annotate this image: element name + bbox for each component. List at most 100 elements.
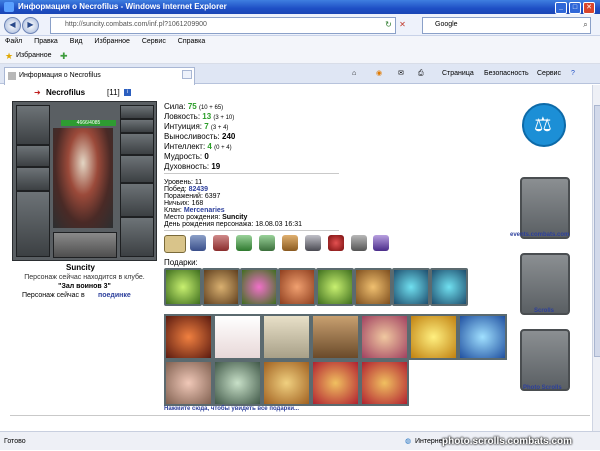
info-icon[interactable]: i bbox=[124, 89, 131, 96]
photo-scrolls-link[interactable]: Photo Scrolls bbox=[523, 384, 562, 393]
stat-endurance: Выносливость: 240 bbox=[164, 132, 236, 141]
all-gifts-link[interactable]: Нажмите сюда, чтобы увидеть все подарки.… bbox=[164, 405, 299, 414]
gift-13[interactable] bbox=[360, 314, 409, 360]
gift-9[interactable] bbox=[164, 314, 213, 360]
gift-12[interactable] bbox=[311, 314, 360, 360]
menu-help[interactable]: Справка bbox=[178, 38, 205, 45]
gift-16[interactable] bbox=[164, 360, 213, 406]
fight-link[interactable]: поединке bbox=[98, 291, 131, 300]
security-menu[interactable]: Безопасность bbox=[484, 69, 529, 79]
tools-menu[interactable]: Сервис bbox=[537, 69, 561, 79]
feeds-icon[interactable]: ◉ bbox=[376, 69, 382, 79]
mail-icon[interactable]: ✉ bbox=[398, 69, 404, 79]
ie-logo-icon bbox=[4, 2, 14, 12]
gift-3[interactable] bbox=[240, 268, 278, 306]
gift-2[interactable] bbox=[202, 268, 240, 306]
menu-edit[interactable]: Правка bbox=[34, 38, 58, 45]
hp-bar: 4666/4085 bbox=[61, 120, 116, 126]
scrolls-banner[interactable] bbox=[520, 253, 570, 315]
stop-icon[interactable]: ✕ bbox=[397, 19, 408, 30]
stats-divider bbox=[164, 173, 339, 174]
gloves-slot[interactable] bbox=[120, 155, 154, 183]
gift-15[interactable] bbox=[458, 314, 507, 360]
gift-1[interactable] bbox=[164, 268, 202, 306]
tab-label: Информация о Necrofilus bbox=[19, 72, 101, 79]
medal-5-icon[interactable] bbox=[282, 235, 298, 251]
refresh-icon[interactable]: ↻ bbox=[383, 19, 394, 30]
photo-scrolls-banner[interactable] bbox=[520, 329, 570, 391]
shield-slot[interactable] bbox=[120, 183, 154, 217]
medal-9-icon[interactable] bbox=[373, 235, 389, 251]
gift-5[interactable] bbox=[316, 268, 354, 306]
character-equipment: 4666/4085 bbox=[12, 101, 157, 261]
character-level: [11] bbox=[107, 88, 120, 97]
favorites-label[interactable]: Избранное bbox=[16, 48, 51, 64]
gift-4[interactable] bbox=[278, 268, 316, 306]
gift-10[interactable] bbox=[213, 314, 262, 360]
gift-6[interactable] bbox=[354, 268, 392, 306]
belt-slot[interactable] bbox=[53, 232, 117, 258]
tab-current[interactable]: Информация о Necrofilus bbox=[4, 67, 195, 85]
medal-6-icon[interactable] bbox=[305, 235, 321, 251]
close-button[interactable]: ✕ bbox=[583, 2, 595, 14]
medal-8-icon[interactable] bbox=[351, 235, 367, 251]
vertical-scrollbar[interactable] bbox=[592, 85, 600, 431]
minimize-button[interactable]: _ bbox=[555, 2, 567, 14]
amulet-slot[interactable] bbox=[120, 119, 154, 133]
search-placeholder: Google bbox=[435, 21, 458, 28]
gift-17[interactable] bbox=[213, 360, 262, 406]
gift-18[interactable] bbox=[262, 360, 311, 406]
medal-2-icon[interactable] bbox=[213, 235, 229, 251]
search-input[interactable]: Google bbox=[422, 17, 591, 34]
character-name[interactable]: Necrofilus bbox=[46, 88, 85, 97]
stat-spirituality: Духовность: 19 bbox=[164, 162, 221, 171]
menu-file[interactable]: Файл bbox=[5, 38, 22, 45]
menu-bar: Файл Правка Вид Избранное Сервис Справка bbox=[0, 36, 600, 48]
boots-slot[interactable] bbox=[120, 217, 154, 257]
page-menu[interactable]: Страница bbox=[442, 69, 474, 79]
medal-4-icon[interactable] bbox=[259, 235, 275, 251]
bracer-slot[interactable] bbox=[16, 145, 50, 167]
justice-icon[interactable]: ⚖ bbox=[522, 103, 566, 147]
menu-tools[interactable]: Сервис bbox=[142, 38, 166, 45]
add-favorite-icon[interactable]: ✚ bbox=[60, 51, 68, 61]
maximize-button[interactable]: □ bbox=[569, 2, 581, 14]
gift-19[interactable] bbox=[311, 360, 360, 406]
gift-14[interactable] bbox=[409, 314, 458, 360]
menu-view[interactable]: Вид bbox=[70, 38, 83, 45]
forward-button[interactable]: ▶ bbox=[22, 17, 39, 34]
address-text: http://suncity.combats.com/inf.pl?106120… bbox=[65, 21, 207, 28]
home-icon[interactable]: ⌂ bbox=[352, 69, 356, 79]
favorites-star-icon[interactable]: ★ bbox=[5, 51, 13, 61]
gift-11[interactable] bbox=[262, 314, 311, 360]
address-bar[interactable]: http://suncity.combats.com/inf.pl?106120… bbox=[50, 17, 396, 34]
clan-badge-icon[interactable] bbox=[164, 235, 186, 253]
new-tab-button[interactable] bbox=[182, 70, 192, 79]
status-bar: Готово ◍ Интернет photo.scrolls.combats.… bbox=[0, 431, 600, 450]
attack-arrow-icon: ➜ bbox=[34, 88, 41, 97]
gift-7[interactable] bbox=[392, 268, 430, 306]
armor-slot[interactable] bbox=[16, 191, 50, 257]
medal-1-icon[interactable] bbox=[190, 235, 206, 251]
hp-text: 4666/4085 bbox=[76, 120, 101, 126]
print-icon[interactable]: ⎙ bbox=[418, 69, 424, 79]
weapon-slot[interactable] bbox=[16, 167, 50, 191]
ring-slot[interactable] bbox=[120, 133, 154, 155]
events-banner[interactable] bbox=[520, 177, 570, 239]
menu-favorites[interactable]: Избранное bbox=[94, 38, 129, 45]
events-link[interactable]: events.combats.com bbox=[510, 231, 569, 240]
scrolls-link[interactable]: Scrolls bbox=[534, 307, 554, 316]
earring-slot[interactable] bbox=[120, 105, 154, 119]
medal-3-icon[interactable] bbox=[236, 235, 252, 251]
scrollbar-thumb[interactable] bbox=[594, 105, 600, 357]
helmet-slot[interactable] bbox=[16, 105, 50, 145]
back-button[interactable]: ◀ bbox=[4, 17, 21, 34]
gift-8[interactable] bbox=[430, 268, 468, 306]
hall-name: "Зал воинов 3" bbox=[58, 283, 111, 290]
internet-zone-icon: ◍ bbox=[405, 438, 412, 445]
gift-20[interactable] bbox=[360, 360, 409, 406]
search-icon[interactable]: ⌕ bbox=[580, 19, 591, 30]
help-icon[interactable]: ? bbox=[571, 69, 575, 79]
medal-7-icon[interactable] bbox=[328, 235, 344, 251]
city-name: Suncity bbox=[66, 263, 95, 272]
